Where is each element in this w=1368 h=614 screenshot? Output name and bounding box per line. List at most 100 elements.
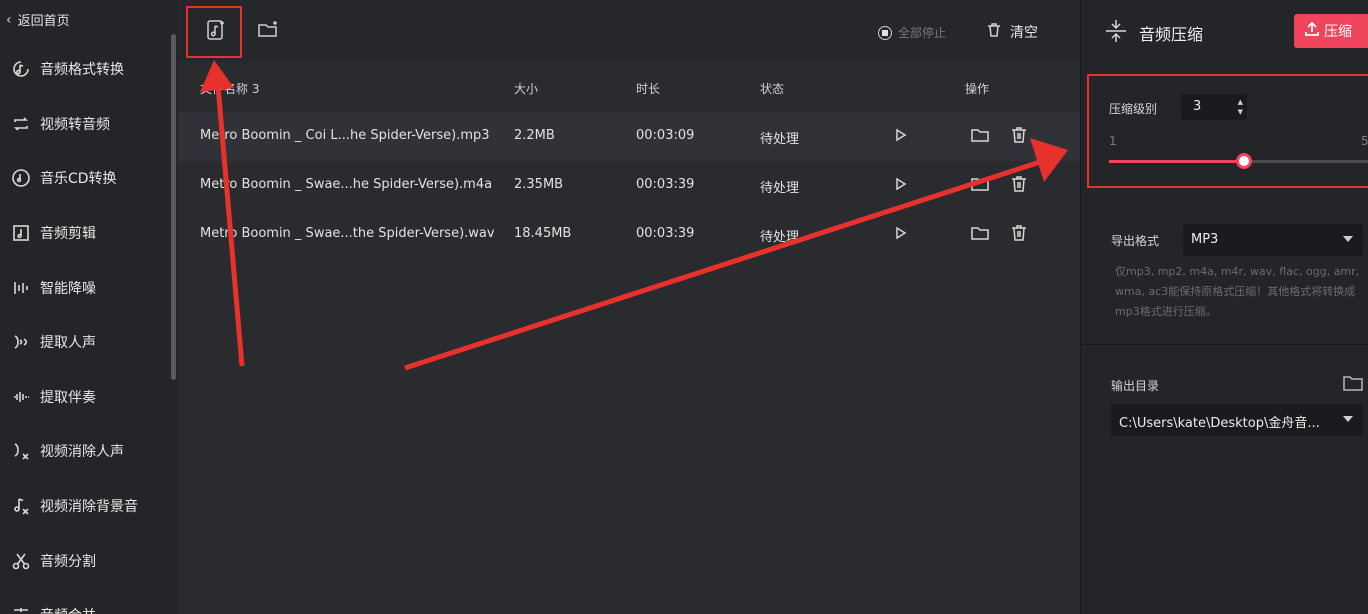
waveform-box-icon bbox=[10, 386, 32, 408]
file-size: 2.35MB bbox=[514, 177, 564, 192]
stop-all-button[interactable]: 全部停止 bbox=[878, 24, 946, 41]
voice-extract-icon bbox=[10, 331, 32, 353]
sidebar-item-music-cd-convert[interactable]: 音乐CD转换 bbox=[0, 151, 170, 206]
file-duration: 00:03:39 bbox=[636, 226, 695, 241]
loop-arrows-icon bbox=[10, 113, 32, 135]
play-icon[interactable] bbox=[891, 224, 909, 246]
sidebar-item-audio-edit[interactable]: 音频剪辑 bbox=[0, 206, 170, 261]
compression-level-label: 压缩级别 bbox=[1109, 102, 1158, 116]
sidebar-scrollbar[interactable] bbox=[171, 34, 176, 380]
sidebar-item-label: 视频消除人声 bbox=[40, 444, 124, 461]
sidebar-item-label: 音频合并 bbox=[40, 605, 96, 614]
compression-level-group: 压缩级别 3 ▲ ▼ 1 5 bbox=[1087, 74, 1368, 188]
stop-all-label: 全部停止 bbox=[898, 26, 947, 40]
slider-fill bbox=[1109, 160, 1244, 163]
file-duration: 00:03:39 bbox=[636, 177, 695, 192]
file-name: Metro Boomin _ Swae...the Spider-Verse).… bbox=[200, 226, 495, 241]
file-name: Metro Boomin _ Swae...he Spider-Verse).m… bbox=[200, 177, 493, 192]
slider-min-label: 1 bbox=[1109, 134, 1117, 148]
compression-level-slider[interactable] bbox=[1109, 153, 1368, 169]
sidebar-item-label: 视频转音频 bbox=[40, 116, 110, 133]
back-home-button[interactable]: ‹ 返回首页 bbox=[6, 10, 70, 30]
play-icon[interactable] bbox=[891, 175, 909, 197]
add-folder-button[interactable] bbox=[252, 16, 284, 48]
column-header-duration[interactable]: 时长 bbox=[636, 80, 660, 97]
sidebar-item-noise-reduction[interactable]: 智能降噪 bbox=[0, 260, 170, 315]
column-header-status: 状态 bbox=[760, 82, 785, 96]
delete-icon[interactable] bbox=[1010, 126, 1028, 148]
clear-label: 清空 bbox=[1010, 25, 1038, 41]
folder-icon[interactable] bbox=[971, 224, 989, 246]
folder-icon[interactable] bbox=[1343, 374, 1363, 396]
waveform-bars-icon bbox=[10, 277, 32, 299]
toolbar: 全部停止 清空 bbox=[178, 0, 1080, 62]
file-duration: 00:03:09 bbox=[636, 128, 695, 143]
column-header-size[interactable]: 大小 bbox=[514, 80, 538, 97]
music-remove-icon bbox=[10, 495, 32, 517]
folder-icon[interactable] bbox=[971, 126, 989, 148]
export-format-value: MP3 bbox=[1191, 232, 1219, 247]
music-convert-icon bbox=[10, 58, 32, 80]
stepper-arrows-icon[interactable]: ▲ ▼ bbox=[1238, 97, 1243, 117]
upload-icon bbox=[1304, 21, 1320, 41]
panel-header: 音频压缩 压缩 bbox=[1081, 0, 1368, 62]
clear-button[interactable]: 清空 bbox=[986, 22, 1038, 42]
cd-icon bbox=[10, 167, 32, 189]
sidebar-item-label: 音频分割 bbox=[40, 553, 96, 570]
sidebar-item-label: 智能降噪 bbox=[40, 280, 96, 297]
annotation-highlight-box bbox=[186, 6, 242, 58]
file-status: 待处理 bbox=[760, 230, 800, 245]
sidebar-item-video-to-audio[interactable]: 视频转音频 bbox=[0, 97, 170, 152]
sidebar-item-label: 视频消除背景音 bbox=[40, 499, 138, 516]
file-status: 待处理 bbox=[760, 181, 800, 196]
sidebar-item-extract-vocals[interactable]: 提取人声 bbox=[0, 315, 170, 370]
compression-level-stepper[interactable]: 3 ▲ ▼ bbox=[1181, 94, 1247, 120]
compress-settings-panel: 音频压缩 压缩 压缩级别 3 ▲ ▼ 1 5 导出格式 MP3 仅mp3, mp2… bbox=[1080, 0, 1368, 614]
sidebar-item-video-remove-vocals[interactable]: 视频消除人声 bbox=[0, 424, 170, 479]
sidebar-item-video-remove-background[interactable]: 视频消除背景音 bbox=[0, 479, 170, 534]
output-directory-select[interactable]: C:\Users\kate\Desktop\金舟音... bbox=[1111, 404, 1363, 436]
compression-level-value: 3 bbox=[1193, 99, 1202, 114]
stop-icon bbox=[878, 25, 892, 40]
divider bbox=[1081, 344, 1368, 345]
sidebar-item-extract-accompaniment[interactable]: 提取伴奏 bbox=[0, 370, 170, 425]
sidebar-item-label: 提取人声 bbox=[40, 335, 96, 352]
slider-thumb[interactable] bbox=[1236, 153, 1252, 169]
sidebar-item-audio-merge[interactable]: 音频合并 bbox=[0, 588, 170, 614]
sidebar-item-label: 音频剪辑 bbox=[40, 226, 96, 243]
sidebar-item-audio-format-convert[interactable]: 音频格式转换 bbox=[0, 42, 170, 97]
export-format-label: 导出格式 bbox=[1111, 234, 1160, 248]
delete-icon[interactable] bbox=[1010, 175, 1028, 197]
compress-icon bbox=[1103, 18, 1129, 48]
export-format-select[interactable]: MP3 bbox=[1183, 224, 1363, 256]
sidebar-item-audio-split[interactable]: 音频分割 bbox=[0, 533, 170, 588]
column-header-name[interactable]: 文件名称 3 bbox=[200, 80, 259, 97]
chevron-down-icon bbox=[1343, 236, 1353, 242]
table-header: 文件名称 3 大小 时长 状态 操作 bbox=[178, 62, 1080, 110]
chevron-left-icon: ‹ bbox=[6, 11, 12, 28]
music-cut-icon bbox=[10, 222, 32, 244]
compress-button[interactable]: 压缩 bbox=[1294, 14, 1368, 48]
trash-icon bbox=[986, 22, 1002, 42]
add-folder-icon bbox=[257, 19, 279, 45]
chevron-down-icon bbox=[1343, 416, 1353, 422]
format-note: 仅mp3, mp2, m4a, m4r, wav, flac, ogg, amr… bbox=[1115, 265, 1360, 318]
play-icon[interactable] bbox=[891, 126, 909, 148]
file-size: 2.2MB bbox=[514, 128, 555, 143]
compress-button-label: 压缩 bbox=[1324, 24, 1352, 40]
sidebar-item-label: 提取伴奏 bbox=[40, 389, 96, 406]
file-list-area: 全部停止 清空 文件名称 3 大小 时长 状态 操作 Metro Boomin … bbox=[178, 0, 1080, 614]
table-row[interactable]: Metro Boomin _ Coi L...he Spider-Verse).… bbox=[178, 112, 1080, 161]
back-home-label: 返回首页 bbox=[17, 14, 70, 29]
sidebar: ‹ 返回首页 音频格式转换 视频转音频 音乐CD转换 音频剪辑 智能降噪 提取人… bbox=[0, 0, 178, 614]
scissors-icon bbox=[10, 550, 32, 572]
column-header-actions: 操作 bbox=[965, 82, 990, 96]
slider-max-label: 5 bbox=[1361, 134, 1368, 148]
file-size: 18.45MB bbox=[514, 226, 572, 241]
delete-icon[interactable] bbox=[1010, 224, 1028, 246]
folder-icon[interactable] bbox=[971, 175, 989, 197]
table-row[interactable]: Metro Boomin _ Swae...he Spider-Verse).m… bbox=[178, 161, 1080, 210]
table-row[interactable]: Metro Boomin _ Swae...the Spider-Verse).… bbox=[178, 210, 1080, 259]
file-name: Metro Boomin _ Coi L...he Spider-Verse).… bbox=[200, 128, 490, 143]
panel-title: 音频压缩 bbox=[1139, 25, 1204, 44]
